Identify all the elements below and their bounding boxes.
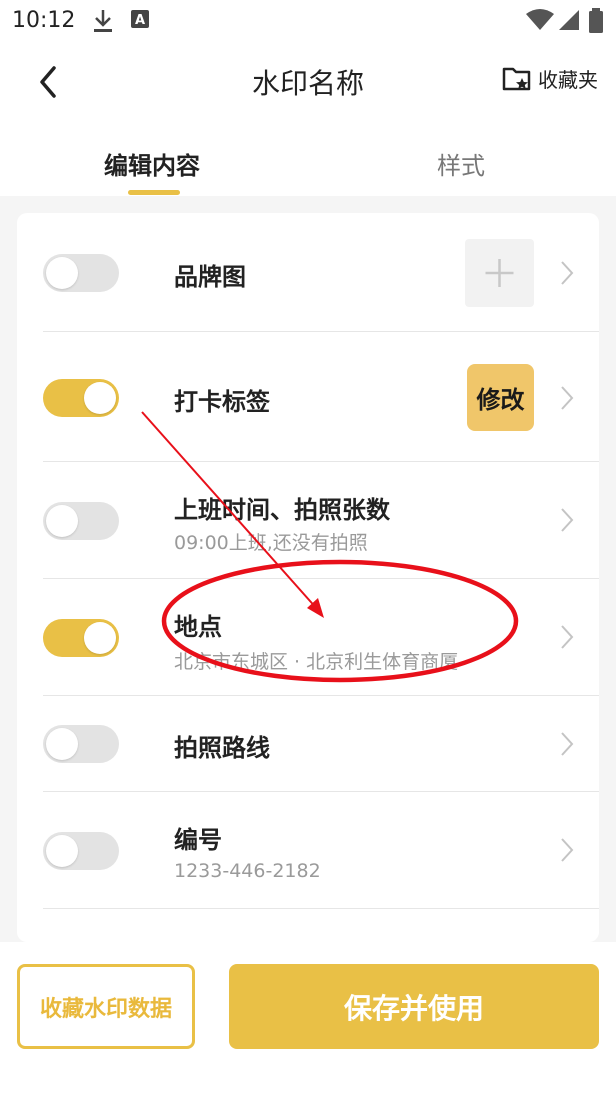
row-divider [43, 908, 599, 909]
toggle-knob [46, 505, 78, 537]
folder-star-icon [502, 67, 531, 90]
list-item-brand-image[interactable]: 品牌图 [17, 213, 599, 332]
status-bar: 10:12 A [0, 0, 616, 44]
chevron-right-icon [561, 625, 574, 649]
modify-button[interactable]: 修改 [467, 364, 534, 431]
chevron-right-icon [561, 386, 574, 410]
app-header: 水印名称 收藏夹 [0, 44, 616, 120]
signal-icon [559, 10, 579, 30]
toggle-knob [84, 622, 116, 654]
location-label: 地点 [174, 613, 222, 641]
work-time-label: 上班时间、拍照张数 [174, 496, 390, 524]
save-and-use-button[interactable]: 保存并使用 [229, 964, 599, 1049]
location-subtitle: 北京市东城区 · 北京利生体育商厦 [174, 651, 459, 673]
chevron-right-icon [561, 838, 574, 862]
collect-watermark-button[interactable]: 收藏水印数据 [17, 964, 195, 1049]
toggle-knob [46, 728, 78, 760]
checkin-tag-label: 打卡标签 [174, 388, 270, 416]
add-brand-image-button[interactable] [465, 239, 534, 307]
settings-card: 品牌图 打卡标签 修改 上班时间、拍照张数 09:00上班,还没有拍照 地点 北… [17, 213, 599, 942]
list-item-number[interactable]: 编号 1233-446-2182 [17, 792, 599, 909]
chevron-right-icon [561, 508, 574, 532]
number-subtitle: 1233-446-2182 [174, 860, 321, 882]
status-time: 10:12 [12, 8, 76, 33]
toggle-knob [84, 382, 116, 414]
brand-image-label: 品牌图 [174, 263, 246, 291]
toggle-location[interactable] [43, 619, 119, 657]
download-icon [94, 10, 112, 32]
battery-icon [589, 8, 603, 33]
list-item-work-time[interactable]: 上班时间、拍照张数 09:00上班,还没有拍照 [17, 462, 599, 579]
footer-bar: 收藏水印数据 保存并使用 [0, 942, 616, 1095]
toggle-knob [46, 257, 78, 289]
toggle-photo-route[interactable] [43, 725, 119, 763]
toggle-number[interactable] [43, 832, 119, 870]
chevron-right-icon [561, 261, 574, 285]
list-item-location[interactable]: 地点 北京市东城区 · 北京利生体育商厦 [17, 579, 599, 696]
number-label: 编号 [174, 826, 222, 854]
tab-style[interactable]: 样式 [437, 146, 485, 181]
notification-a-icon: A [131, 10, 149, 28]
tab-edit-content[interactable]: 编辑内容 [104, 146, 200, 181]
toggle-work-time[interactable] [43, 502, 119, 540]
favorites-button[interactable]: 收藏夹 [502, 64, 598, 93]
favorites-label: 收藏夹 [538, 68, 598, 92]
list-item-photo-route[interactable]: 拍照路线 [17, 696, 599, 792]
svg-text:A: A [135, 13, 145, 28]
photo-route-label: 拍照路线 [174, 734, 270, 762]
plus-icon [485, 259, 514, 287]
work-time-subtitle: 09:00上班,还没有拍照 [174, 532, 368, 554]
wifi-icon [526, 9, 554, 30]
tab-bar: 编辑内容 样式 [0, 120, 616, 196]
toggle-knob [46, 835, 78, 867]
toggle-checkin-tag[interactable] [43, 379, 119, 417]
active-tab-indicator [128, 190, 180, 195]
toggle-brand-image[interactable] [43, 254, 119, 292]
chevron-right-icon [561, 732, 574, 756]
